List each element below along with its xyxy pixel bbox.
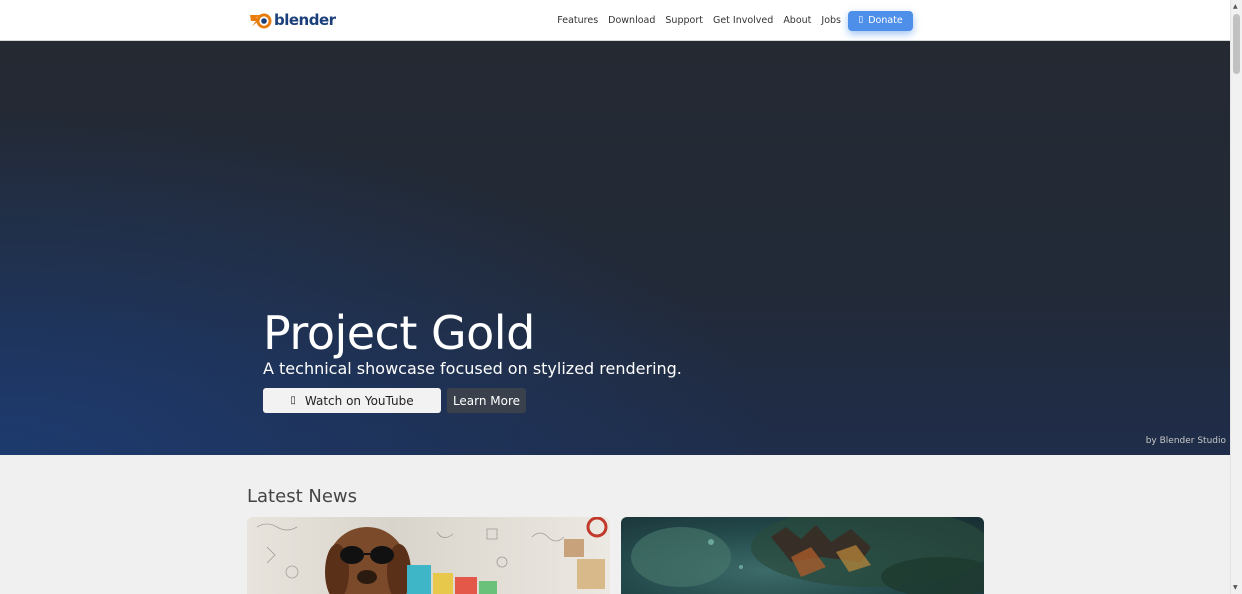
hero-banner: Project Gold A technical showcase focuse…	[0, 41, 1230, 455]
scroll-up-arrow-icon[interactable]: ▲	[1233, 3, 1238, 10]
heart-icon: ▯	[858, 15, 864, 25]
news-card-image[interactable]	[621, 517, 984, 594]
hero-subtitle: A technical showcase focused on stylized…	[263, 359, 682, 378]
logo-text: blender	[274, 11, 336, 29]
nav-link-support[interactable]: Support	[660, 0, 708, 41]
page-scrollbar[interactable]: ▲ ▼	[1230, 0, 1242, 594]
learn-more-button[interactable]: Learn More	[447, 388, 526, 413]
nav-link-download[interactable]: Download	[603, 0, 660, 41]
nav-link-get-involved[interactable]: Get Involved	[708, 0, 778, 41]
blender-logo-icon	[250, 13, 272, 29]
hero-credit: by Blender Studio	[1145, 436, 1226, 446]
donate-label: Donate	[868, 15, 903, 26]
donate-button[interactable]: ▯ Donate	[848, 10, 913, 31]
nav-link-about[interactable]: About	[778, 0, 816, 41]
scroll-down-arrow-icon[interactable]: ▼	[1233, 584, 1238, 591]
latest-news-heading: Latest News	[247, 486, 357, 507]
blender-logo[interactable]: blender	[249, 9, 336, 31]
nav-link-jobs[interactable]: Jobs	[816, 0, 846, 41]
hero-title: Project Gold	[263, 306, 535, 360]
news-card-illustration	[256, 517, 608, 594]
news-card-illustration	[631, 517, 984, 594]
scrollbar-thumb[interactable]	[1233, 14, 1240, 74]
nav-links: Features Download Support Get Involved A…	[552, 0, 913, 41]
watch-on-youtube-label: Watch on YouTube	[304, 393, 414, 408]
nav-link-features[interactable]: Features	[552, 0, 603, 41]
news-card-image[interactable]	[247, 517, 610, 594]
learn-more-label: Learn More	[452, 393, 521, 408]
top-navbar: blender Features Download Support Get In…	[0, 0, 1230, 41]
watch-on-youtube-button[interactable]: ▯ Watch on YouTube	[263, 388, 441, 413]
play-icon: ▯	[290, 395, 296, 406]
